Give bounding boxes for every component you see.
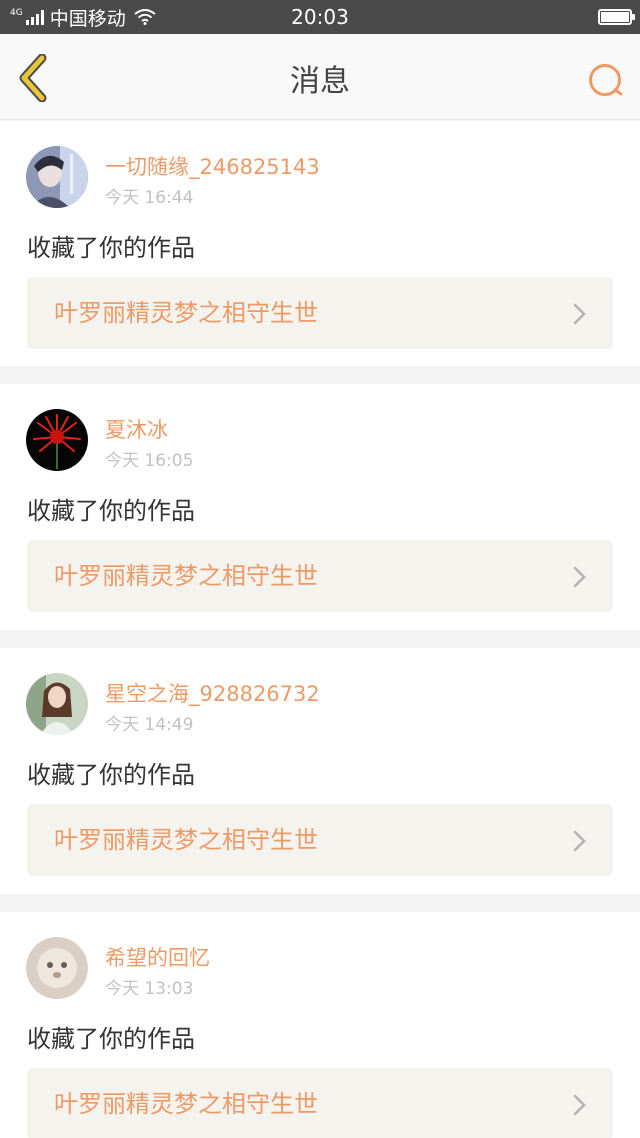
avatar[interactable] [26,937,88,999]
status-left: 4G 中国移动 [0,4,156,31]
search-icon [589,64,623,96]
timestamp: 今天 16:44 [105,188,194,208]
action-text: 收藏了你的作品 [27,761,195,789]
avatar[interactable] [26,673,88,735]
user-avatar-image [26,673,88,735]
work-link[interactable]: 叶罗丽精灵梦之相守生世 [27,1068,613,1138]
signal-icon: 4G [10,9,44,25]
back-chevron-icon [19,53,47,103]
work-title: 叶罗丽精灵梦之相守生世 [54,826,318,854]
chevron-right-icon [573,1094,586,1116]
timestamp: 今天 14:49 [105,715,194,735]
carrier-name: 中国移动 [49,7,126,30]
action-text: 收藏了你的作品 [27,497,195,525]
avatar[interactable] [26,409,88,471]
work-link[interactable]: 叶罗丽精灵梦之相守生世 [27,540,613,612]
message-item: 星空之海_928826732 今天 14:49 收藏了你的作品 叶罗丽精灵梦之相… [0,648,640,894]
message-item: 希望的回忆 今天 13:03 收藏了你的作品 叶罗丽精灵梦之相守生世 [0,912,640,1138]
timestamp: 今天 13:03 [105,979,194,999]
work-title: 叶罗丽精灵梦之相守生世 [54,1090,318,1118]
timestamp: 今天 16:05 [105,451,194,471]
back-button[interactable] [14,53,54,103]
action-text: 收藏了你的作品 [27,234,195,262]
work-link[interactable]: 叶罗丽精灵梦之相守生世 [27,804,613,876]
action-text: 收藏了你的作品 [27,1025,195,1053]
username[interactable]: 星空之海_928826732 [105,678,320,708]
username[interactable]: 一切随缘_246825143 [105,151,320,181]
work-link[interactable]: 叶罗丽精灵梦之相守生世 [27,277,613,349]
username[interactable]: 希望的回忆 [105,942,210,972]
nav-header: 消息 [0,34,640,120]
work-title: 叶罗丽精灵梦之相守生世 [54,299,318,327]
message-item: 夏沐冰 今天 16:05 收藏了你的作品 叶罗丽精灵梦之相守生世 [0,384,640,630]
page-title: 消息 [290,64,350,99]
chevron-right-icon [573,830,586,852]
chevron-right-icon [573,566,586,588]
avatar[interactable] [26,146,88,208]
user-avatar-image [26,409,88,471]
battery-icon [598,9,635,25]
username[interactable]: 夏沐冰 [105,414,168,444]
message-item: 一切随缘_246825143 今天 16:44 收藏了你的作品 叶罗丽精灵梦之相… [0,121,640,366]
search-button[interactable] [586,61,626,101]
chevron-right-icon [573,303,586,325]
wifi-icon [134,9,156,25]
network-type: 4G [10,8,23,18]
work-title: 叶罗丽精灵梦之相守生世 [54,562,318,590]
user-avatar-image [26,937,88,999]
user-avatar-image [26,146,88,208]
status-bar: 4G 中国移动 20:03 [0,0,640,34]
